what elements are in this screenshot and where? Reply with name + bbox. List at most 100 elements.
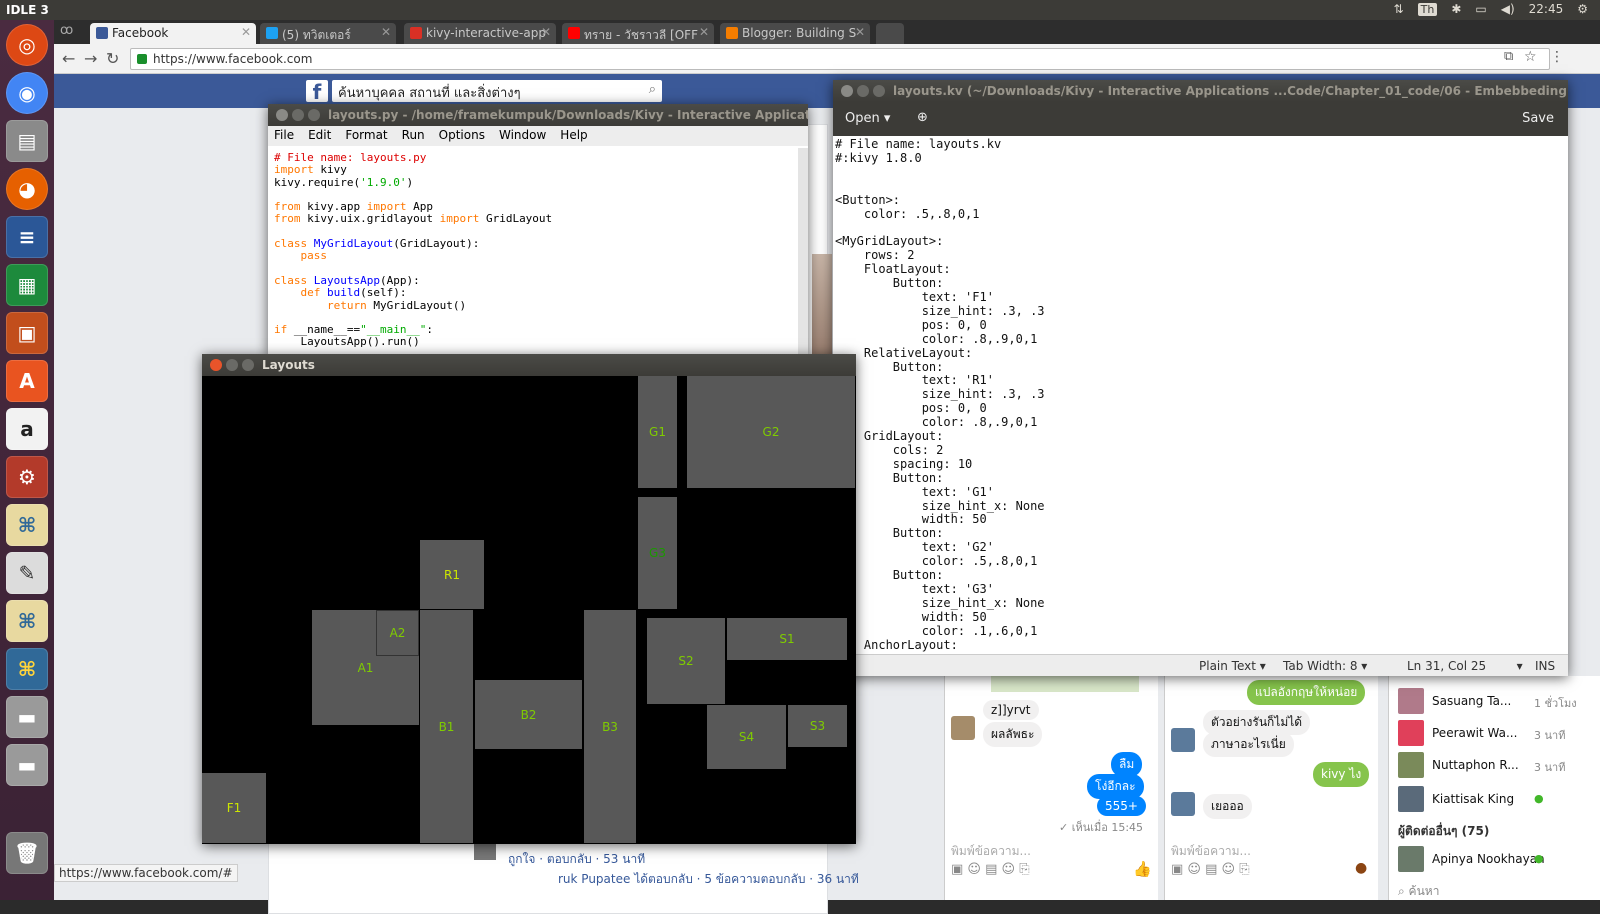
kivy-button-g2[interactable]: G2: [687, 376, 855, 488]
tab-width-selector[interactable]: Tab Width: 8 ▾: [1283, 659, 1367, 673]
save-button[interactable]: Save: [1522, 111, 1554, 126]
files-icon[interactable]: ▤: [6, 120, 48, 162]
firefox-icon[interactable]: ◕: [6, 168, 48, 210]
chat-attachment-icons[interactable]: ▣ ☺ ▤ ☺ ⎘: [1171, 862, 1250, 877]
chrome-icon[interactable]: ◉: [6, 72, 48, 114]
scrollbar[interactable]: [798, 148, 808, 356]
python-code-editor[interactable]: # File name: layouts.py import kivy kivy…: [274, 151, 552, 349]
clock[interactable]: 22:45: [1529, 2, 1564, 16]
chat-input[interactable]: พิมพ์ข้อความ...: [1171, 842, 1251, 861]
chat-attachment-icons[interactable]: ▣ ☺ ▤ ☺ ⎘: [951, 862, 1030, 877]
volume-icon[interactable]: ◀): [1501, 2, 1515, 16]
syntax-selector[interactable]: Plain Text ▾: [1199, 659, 1266, 673]
tab-kivy-pdf[interactable]: kivy-interactive-app ✕: [404, 23, 556, 44]
kivy-button-b3[interactable]: B3: [584, 610, 636, 843]
translate-icon[interactable]: ⧉: [1504, 49, 1513, 64]
menu-file[interactable]: File: [274, 128, 294, 144]
minimize-icon[interactable]: [292, 109, 304, 121]
contacts-search-input[interactable]: ⌕ ค้นหา: [1398, 882, 1439, 901]
drive-icon-2[interactable]: ▬: [6, 744, 48, 786]
kivy-button-g3[interactable]: G3: [638, 497, 677, 609]
kivy-button-b1[interactable]: B1: [420, 610, 473, 843]
kv-code-editor[interactable]: # File name: layouts.kv #:kivy 1.8.0 <Bu…: [835, 137, 1045, 653]
amazon-icon[interactable]: a: [6, 408, 48, 450]
cursor-position[interactable]: Ln 31, Col 25 ▾: [1407, 659, 1523, 673]
maximize-icon[interactable]: [242, 359, 254, 371]
close-icon[interactable]: [841, 85, 853, 97]
more-contacts-heading[interactable]: ผู้ติดต่ออื่นๆ (75): [1398, 822, 1489, 841]
kivy-button-f1[interactable]: F1: [202, 773, 266, 843]
python-file-icon[interactable]: ⌘: [6, 504, 48, 546]
tab-close-icon[interactable]: ✕: [381, 25, 391, 39]
facebook-logo-icon[interactable]: f: [306, 80, 328, 104]
kivy-button-r1[interactable]: R1: [420, 540, 484, 609]
tab-close-icon[interactable]: ✕: [241, 25, 251, 39]
close-icon[interactable]: [210, 359, 222, 371]
menu-run[interactable]: Run: [402, 128, 425, 144]
kivy-button-s1[interactable]: S1: [727, 618, 847, 660]
menu-help[interactable]: Help: [560, 128, 587, 144]
feed-reply-actions[interactable]: ถูกใจ · ตอบกลับ · 53 นาที: [508, 850, 645, 869]
avatar[interactable]: [1171, 792, 1195, 816]
bluetooth-icon[interactable]: ✱: [1451, 2, 1461, 16]
sticker-icon[interactable]: ●: [1355, 860, 1367, 876]
new-document-icon[interactable]: ⊕: [917, 110, 928, 125]
maximize-icon[interactable]: [308, 109, 320, 121]
tab-twitter[interactable]: (5) ทวิตเตอร์ ✕: [260, 23, 396, 44]
network-icon[interactable]: ⇅: [1394, 2, 1404, 16]
chrome-menu-icon[interactable]: ⋮: [1550, 49, 1564, 65]
calc-icon[interactable]: ▦: [6, 264, 48, 306]
shared-image-preview[interactable]: [991, 676, 1139, 692]
minimize-icon[interactable]: [857, 85, 869, 97]
maximize-icon[interactable]: [873, 85, 885, 97]
minimize-icon[interactable]: [226, 359, 238, 371]
keyboard-layout-indicator[interactable]: Th: [1417, 2, 1438, 16]
power-gear-icon[interactable]: ⚙: [1577, 2, 1588, 16]
text-editor-icon[interactable]: ✎: [6, 552, 48, 594]
tab-close-icon[interactable]: ✕: [855, 25, 865, 39]
drive-icon[interactable]: ▬: [6, 696, 48, 738]
trash-icon[interactable]: 🗑: [6, 832, 48, 874]
idle-icon[interactable]: ⌘: [6, 600, 48, 642]
tab-blogger[interactable]: Blogger: Building S ✕: [720, 23, 870, 44]
dash-home-icon[interactable]: ◎: [6, 24, 48, 66]
window-titlebar[interactable]: layouts.kv (~/Downloads/Kivy - Interacti…: [833, 80, 1568, 102]
like-thumb-icon[interactable]: 👍: [1133, 860, 1152, 878]
kivy-button-b2[interactable]: B2: [475, 680, 582, 749]
bookmark-star-icon[interactable]: ☆: [1524, 49, 1537, 65]
menu-window[interactable]: Window: [499, 128, 546, 144]
search-icon[interactable]: ⌕: [649, 82, 656, 97]
system-settings-icon[interactable]: ⚙: [6, 456, 48, 498]
tab-close-icon[interactable]: ✕: [699, 25, 709, 39]
kivy-button-g1[interactable]: G1: [638, 376, 677, 488]
window-titlebar[interactable]: layouts.py - /home/framekumpuk/Downloads…: [268, 104, 808, 126]
back-arrow-icon[interactable]: ←: [62, 49, 75, 68]
new-tab-button[interactable]: [876, 23, 904, 44]
python-icon[interactable]: ⌘: [6, 648, 48, 690]
battery-icon[interactable]: ▭: [1475, 2, 1486, 16]
tab-close-icon[interactable]: ✕: [541, 25, 551, 39]
reload-icon[interactable]: ↻: [106, 49, 119, 68]
writer-icon[interactable]: ≡: [6, 216, 48, 258]
menu-edit[interactable]: Edit: [308, 128, 331, 144]
avatar[interactable]: [1171, 728, 1195, 752]
kivy-button-s2[interactable]: S2: [647, 618, 725, 704]
tab-youtube[interactable]: ทราย - วัชราวลี [OFF ✕: [562, 23, 714, 44]
kivy-button-a2[interactable]: A2: [376, 610, 419, 656]
impress-icon[interactable]: ▣: [6, 312, 48, 354]
facebook-search-input[interactable]: ค้นหาบุคคล สถานที่ และสิ่งต่างๆ ⌕: [332, 80, 662, 102]
menu-format[interactable]: Format: [345, 128, 387, 144]
open-button[interactable]: Open ▾: [845, 111, 890, 126]
kivy-button-s4[interactable]: S4: [707, 705, 786, 769]
address-bar[interactable]: https://www.facebook.com: [130, 48, 1550, 70]
kivy-button-s3[interactable]: S3: [788, 705, 847, 747]
avatar[interactable]: [951, 716, 975, 740]
chat-input[interactable]: พิมพ์ข้อความ...: [951, 842, 1031, 861]
forward-arrow-icon[interactable]: →: [84, 49, 97, 68]
tab-facebook[interactable]: Facebook ✕: [90, 23, 256, 44]
close-icon[interactable]: [276, 109, 288, 121]
window-titlebar[interactable]: Layouts: [202, 354, 856, 376]
software-center-icon[interactable]: A: [6, 360, 48, 402]
feed-reply-count[interactable]: ruk Pupatee ได้ตอบกลับ · 5 ข้อความตอบกลั…: [558, 870, 859, 889]
menu-options[interactable]: Options: [439, 128, 485, 144]
